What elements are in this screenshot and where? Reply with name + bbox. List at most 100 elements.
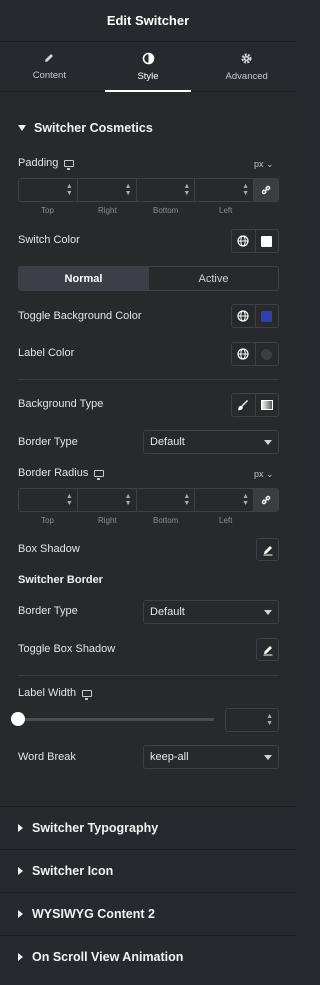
link-values-button[interactable] <box>254 489 278 511</box>
padding-unit: px <box>254 159 264 169</box>
tab-style-label: Style <box>137 70 159 82</box>
label-width-input[interactable]: ▲ ▼ <box>225 708 279 732</box>
stepper-icon[interactable]: ▲ ▼ <box>242 493 249 507</box>
word-break-label: Word Break <box>18 751 76 763</box>
word-break-value: keep-all <box>150 751 189 763</box>
padding-label: Padding <box>18 157 75 170</box>
globe-icon <box>237 235 250 247</box>
radius-bottom-input[interactable]: ▲ ▼ <box>137 489 196 511</box>
border-radius-inputs: ▲ ▼ ▲ ▼ ▲ ▼ ▲ ▼ <box>18 488 279 512</box>
padding-right-label: Right <box>98 206 117 215</box>
link-values-button[interactable] <box>254 179 278 201</box>
switcher-border-heading: Switcher Border <box>18 574 103 586</box>
global-colors-button[interactable] <box>232 305 255 327</box>
border-type2-label: Border Type <box>18 605 78 617</box>
padding-left-label: Left <box>219 206 233 215</box>
global-colors-button[interactable] <box>232 343 255 365</box>
section-title: Switcher Typography <box>32 821 159 835</box>
tab-content[interactable]: Content <box>0 42 99 91</box>
chevron-down-icon <box>264 440 272 445</box>
stepper-icon[interactable]: ▲ ▼ <box>125 183 132 197</box>
tab-bar: Content Style Advanced <box>0 42 296 92</box>
section-switcher-icon[interactable]: Switcher Icon <box>0 849 296 892</box>
label-width-label: Label Width <box>18 687 93 700</box>
gear-icon <box>241 53 252 63</box>
border-type2-value: Default <box>150 606 185 618</box>
radius-left-input[interactable]: ▲ ▼ <box>195 489 254 511</box>
padding-right-input[interactable]: ▲ ▼ <box>78 179 137 201</box>
stepper-icon[interactable]: ▲ ▼ <box>125 493 132 507</box>
desktop-icon[interactable] <box>82 689 93 700</box>
globe-icon <box>237 310 250 322</box>
link-icon <box>261 185 271 195</box>
border-type-select[interactable]: Default <box>143 430 279 454</box>
radius-right-label: Right <box>98 516 117 525</box>
toggle-box-shadow-edit-button[interactable] <box>256 638 279 661</box>
chevron-down-icon <box>264 755 272 760</box>
label-width-slider-handle[interactable] <box>11 712 25 726</box>
section-header-cosmetics[interactable]: Switcher Cosmetics <box>18 121 153 135</box>
global-colors-button[interactable] <box>232 230 255 252</box>
padding-top-label: Top <box>41 206 54 215</box>
label-color-control <box>231 342 279 366</box>
stepper-icon[interactable]: ▲ ▼ <box>266 713 273 727</box>
radius-top-input[interactable]: ▲ ▼ <box>19 489 78 511</box>
toggle-box-shadow-label: Toggle Box Shadow <box>18 643 116 655</box>
stepper-icon[interactable]: ▲ ▼ <box>183 183 190 197</box>
stepper-icon[interactable]: ▲ ▼ <box>66 183 73 197</box>
border-radius-unit: px <box>254 469 264 479</box>
label-color-swatch[interactable] <box>254 343 278 365</box>
padding-left-input[interactable]: ▲ ▼ <box>195 179 254 201</box>
section-wysiwyg-content-2[interactable]: WYSIWYG Content 2 <box>0 892 296 935</box>
brush-icon <box>238 400 249 411</box>
radius-right-input[interactable]: ▲ ▼ <box>78 489 137 511</box>
link-icon <box>261 495 271 505</box>
state-toggle: Normal Active <box>18 266 279 291</box>
label-width-slider-track[interactable] <box>18 718 214 721</box>
caret-down-icon <box>18 125 26 131</box>
pencil-icon <box>263 545 272 555</box>
contrast-icon <box>142 52 154 64</box>
stepper-icon[interactable]: ▲ ▼ <box>66 493 73 507</box>
padding-label-text: Padding <box>18 157 59 169</box>
toggle-bg-color-swatch[interactable] <box>254 305 278 327</box>
panel-title: Edit Switcher <box>106 13 190 28</box>
caret-right-icon <box>18 824 23 832</box>
padding-bottom-input[interactable]: ▲ ▼ <box>137 179 196 201</box>
border-type-value: Default <box>150 436 185 448</box>
box-shadow-edit-button[interactable] <box>256 538 279 561</box>
background-type-label: Background Type <box>18 398 104 410</box>
radius-top-label: Top <box>41 516 54 525</box>
switch-color-swatch[interactable] <box>254 230 278 252</box>
padding-top-input[interactable]: ▲ ▼ <box>19 179 78 201</box>
border-radius-label: Border Radius <box>18 467 105 480</box>
stepper-icon[interactable]: ▲ ▼ <box>183 493 190 507</box>
background-gradient-button[interactable] <box>254 394 278 416</box>
tab-content-label: Content <box>32 70 66 81</box>
stepper-icon[interactable]: ▲ ▼ <box>242 183 249 197</box>
section-title: On Scroll View Animation <box>32 950 184 964</box>
switch-color-control <box>231 229 279 253</box>
desktop-icon[interactable] <box>94 469 105 480</box>
word-break-select[interactable]: keep-all <box>143 745 279 769</box>
section-switcher-typography[interactable]: Switcher Typography <box>0 806 296 849</box>
panel-header: Edit Switcher <box>0 0 296 42</box>
divider <box>18 675 279 676</box>
border-radius-unit-select[interactable]: px ⌄ <box>254 469 274 480</box>
border-radius-label-text: Border Radius <box>18 467 89 479</box>
border-type2-select[interactable]: Default <box>143 600 279 624</box>
normal-tab[interactable]: Normal <box>19 267 148 290</box>
toggle-bg-color-label: Toggle Background Color <box>18 310 142 322</box>
active-tab[interactable]: Active <box>148 267 278 290</box>
section-title: Switcher Cosmetics <box>34 121 153 135</box>
background-classic-button[interactable] <box>232 394 255 416</box>
desktop-icon[interactable] <box>64 159 75 170</box>
background-type-control <box>231 393 279 417</box>
caret-right-icon <box>18 953 23 961</box>
padding-unit-select[interactable]: px ⌄ <box>254 159 274 170</box>
tab-advanced[interactable]: Advanced <box>197 42 296 91</box>
switch-color-label: Switch Color <box>18 234 80 246</box>
section-on-scroll-view-animation[interactable]: On Scroll View Animation <box>0 935 296 985</box>
tab-style[interactable]: Style <box>99 42 198 92</box>
divider <box>18 379 279 380</box>
